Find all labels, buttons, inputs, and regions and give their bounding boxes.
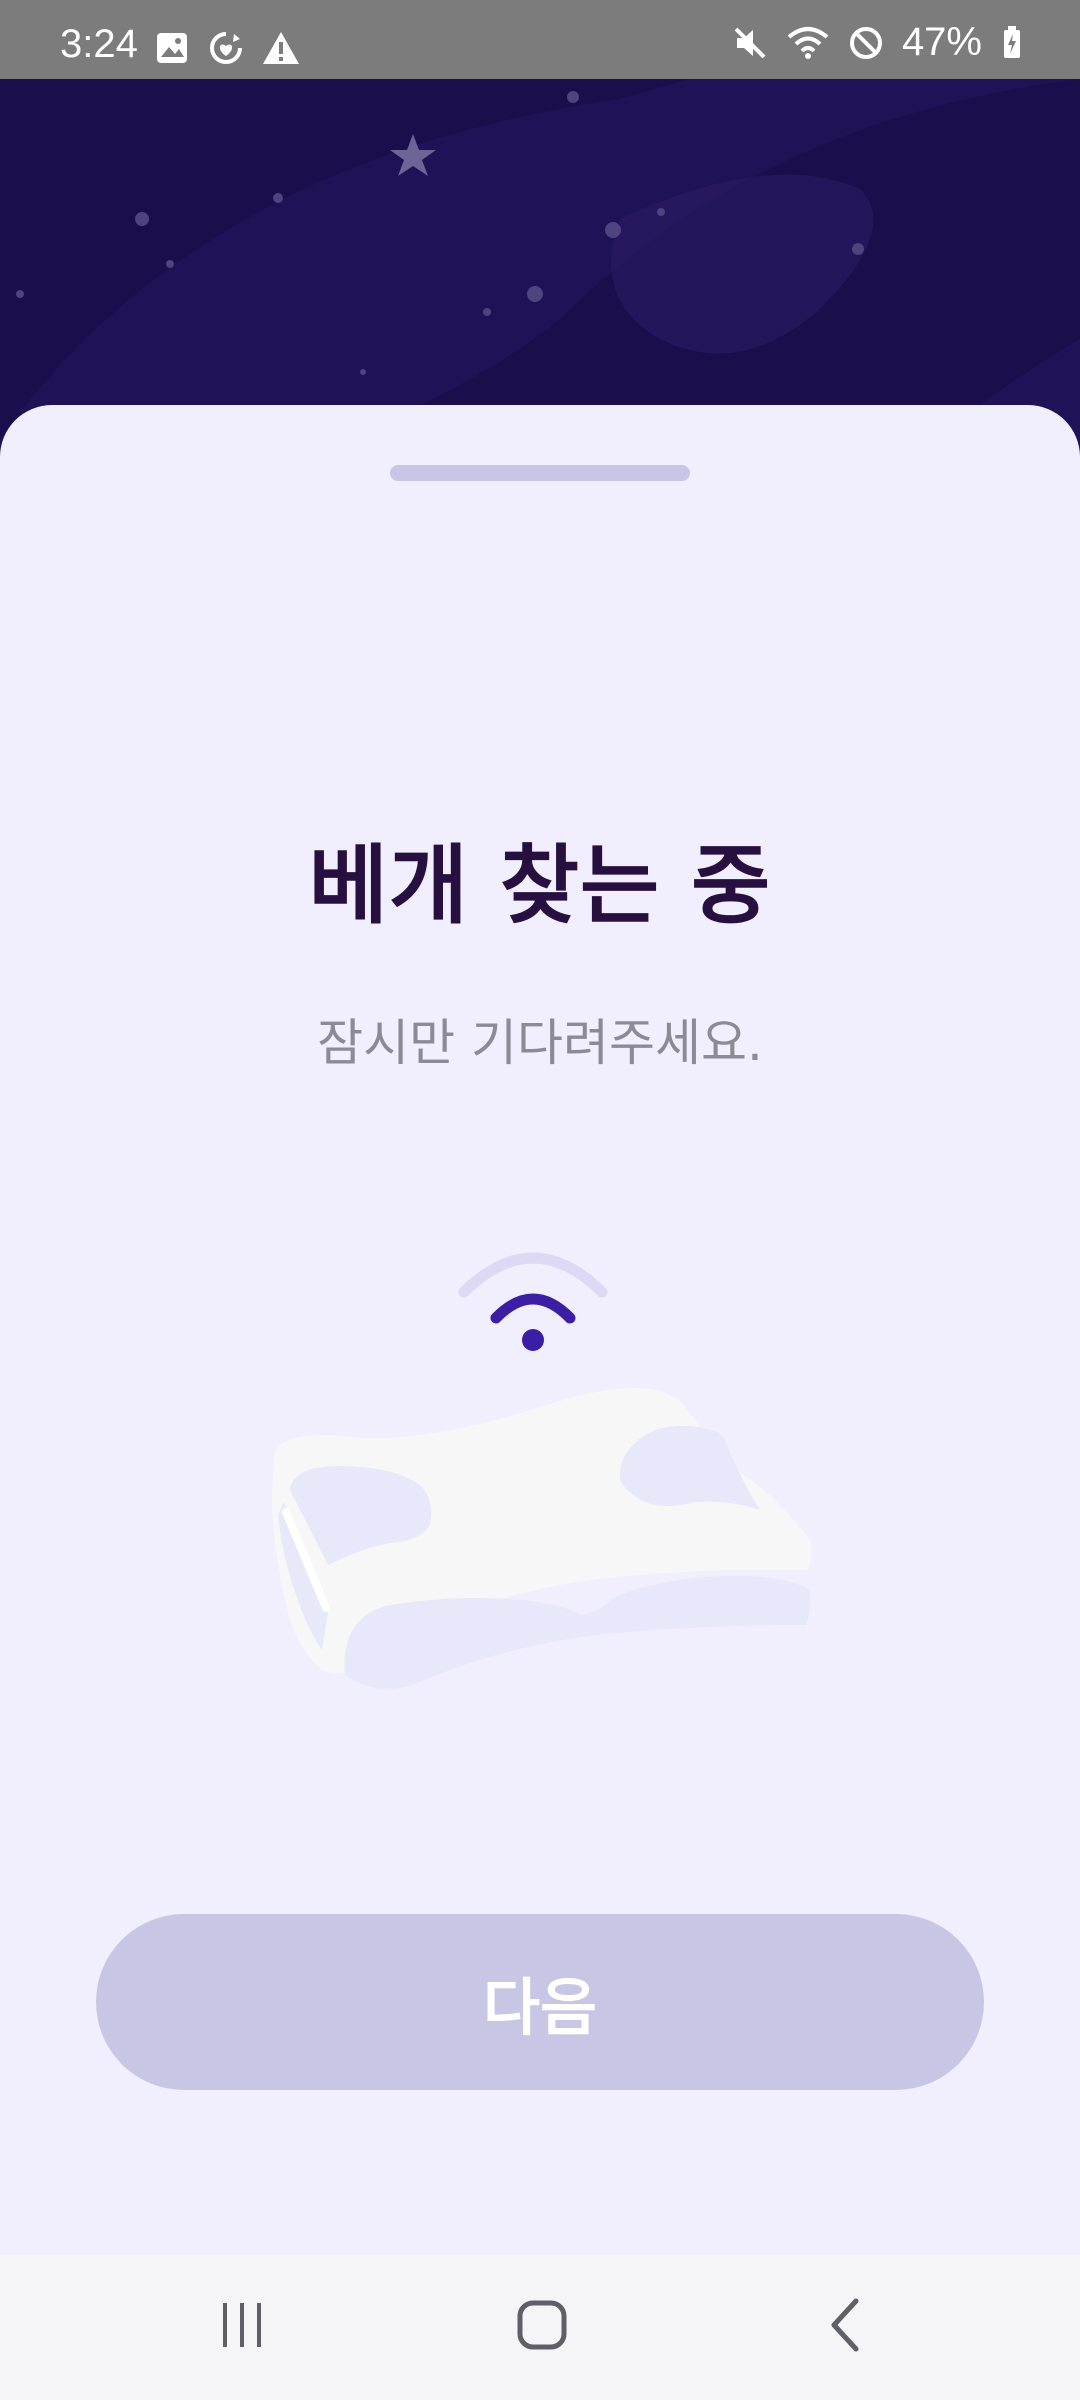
back-button[interactable] [786, 2275, 906, 2375]
status-time: 3:24 [60, 22, 138, 66]
recent-apps-button[interactable] [182, 2275, 302, 2375]
image-icon [157, 33, 187, 63]
page-subtitle: 잠시만 기다려주세요. [317, 1014, 763, 1072]
recent-apps-icon [223, 2303, 261, 2347]
sync-heart-icon [210, 32, 242, 64]
sheet-drag-handle[interactable] [390, 465, 690, 481]
system-navigation-bar [0, 2255, 1080, 2400]
home-icon [517, 2300, 567, 2350]
battery-percent: 47% [901, 20, 982, 64]
home-button[interactable] [482, 2275, 602, 2375]
do-not-disturb-icon [849, 26, 882, 59]
pillow-search-illustration [250, 1240, 820, 1730]
battery-charging-icon [1004, 25, 1020, 58]
back-icon [831, 2298, 859, 2352]
next-button[interactable]: 다음 [96, 1914, 984, 2090]
status-left-icons [154, 30, 300, 66]
wifi-signal-icon [458, 1252, 608, 1351]
status-bar: 3:24 47% [0, 0, 1080, 79]
pillow-icon [272, 1388, 813, 1689]
wifi-icon [787, 26, 829, 59]
page-title: 베개 찾는 중 [308, 836, 772, 936]
status-right: 47% [732, 20, 1024, 65]
warning-icon [263, 32, 299, 64]
mute-icon [734, 27, 766, 58]
